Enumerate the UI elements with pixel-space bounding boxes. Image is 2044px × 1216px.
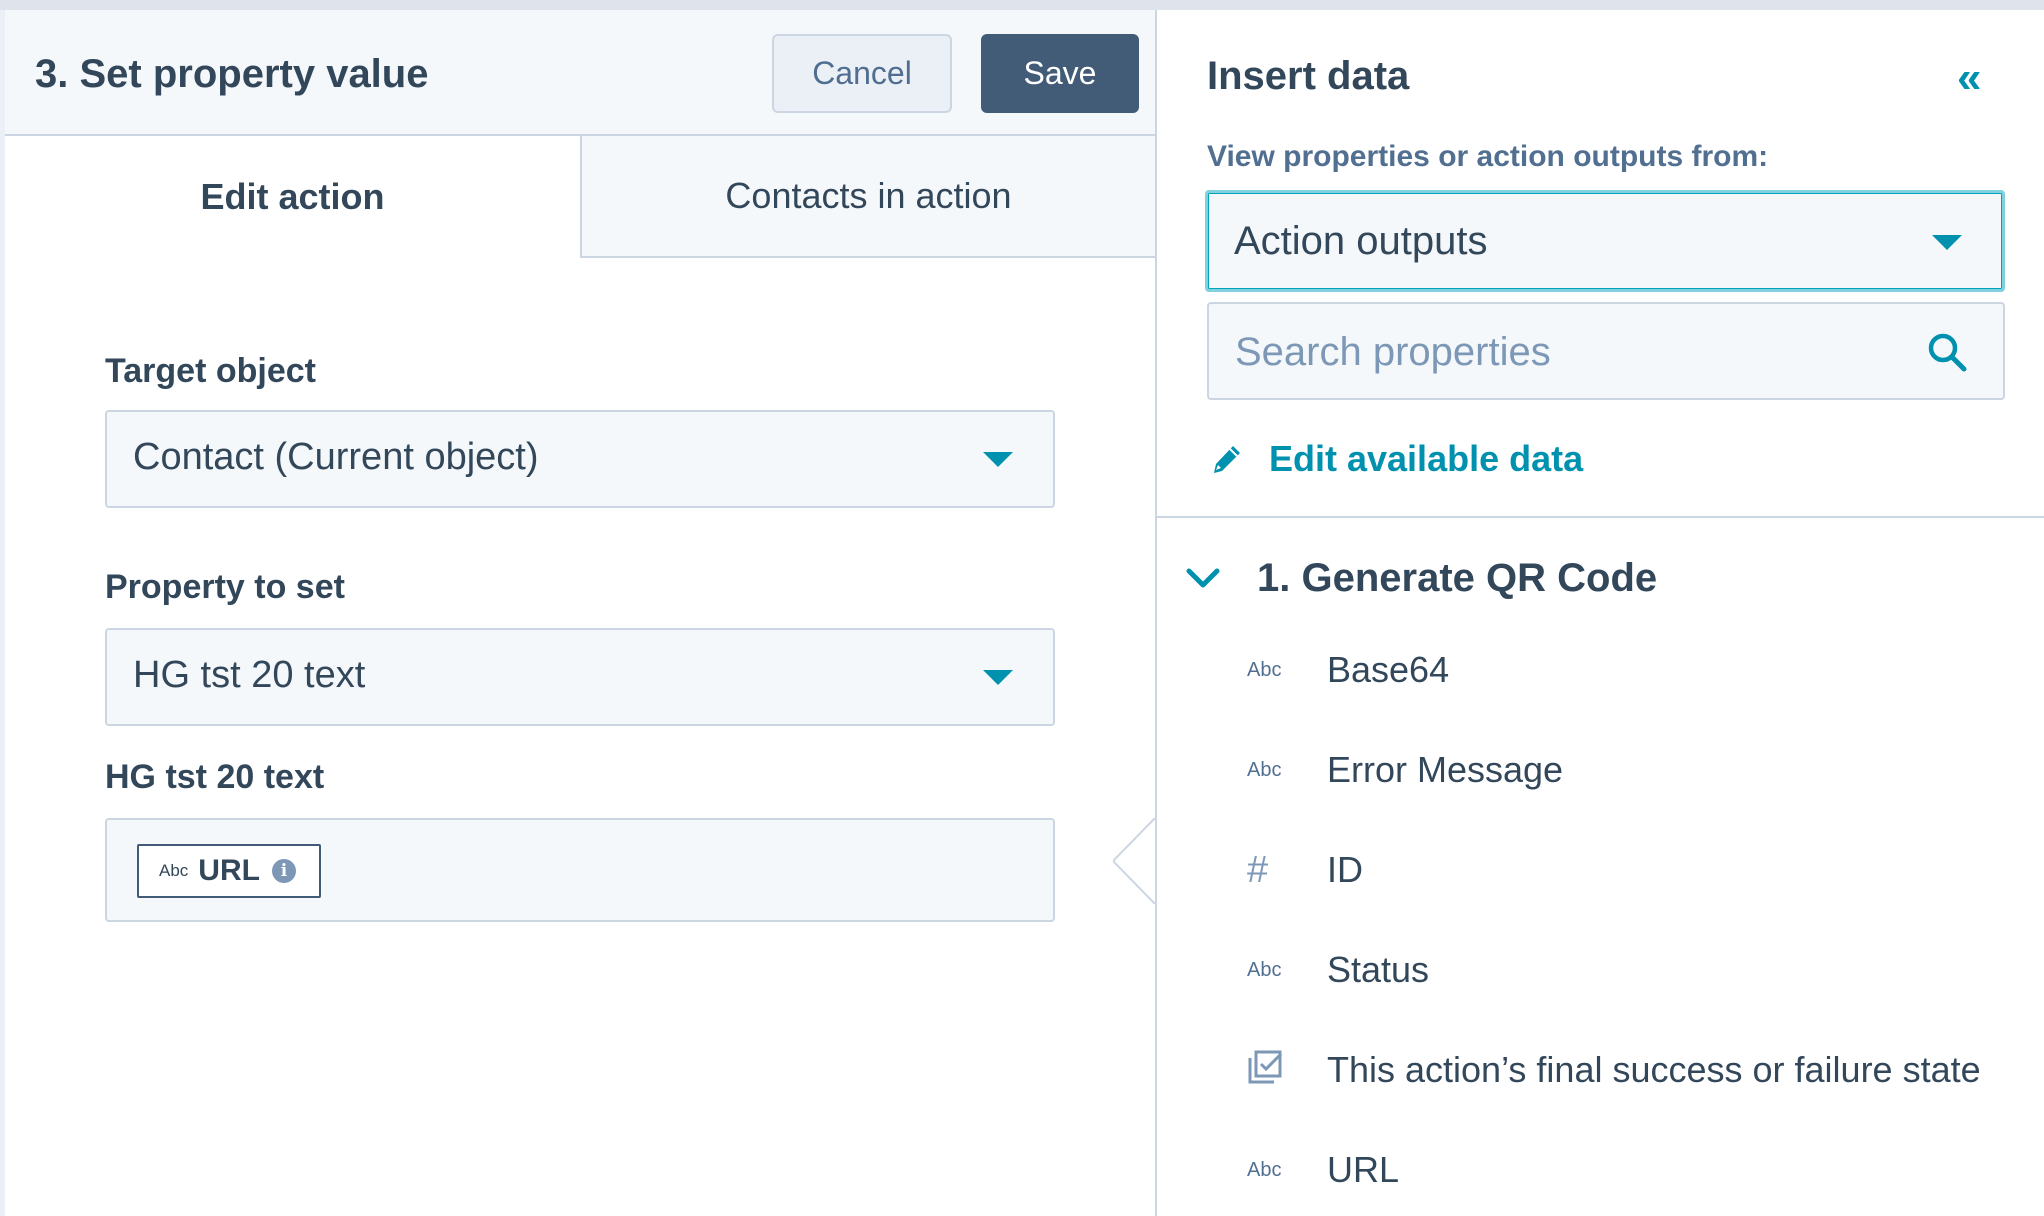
data-source-select[interactable]: Action outputs (1205, 190, 2005, 292)
data-source-value: Action outputs (1234, 219, 1488, 263)
item-label: Error Message (1327, 749, 1564, 790)
action-output-group-header[interactable]: 1. Generate QR Code (1183, 556, 1657, 601)
text-type-icon: Abc (1247, 958, 1282, 981)
caret-down-icon (983, 452, 1013, 467)
insert-data-panel: Insert data « View properties or action … (1155, 10, 2044, 1216)
panel-header: 3. Set property value Cancel Save (5, 10, 1155, 136)
chevron-down-icon (1186, 568, 1220, 587)
property-to-set-select[interactable]: HG tst 20 text (105, 628, 1055, 726)
text-type-icon: Abc (1247, 1158, 1282, 1181)
caret-down-icon (1932, 235, 1962, 250)
output-item-status[interactable]: Abc Status (1247, 940, 2027, 1000)
target-object-value: Contact (Current object) (133, 436, 539, 478)
target-object-select[interactable]: Contact (Current object) (105, 410, 1055, 508)
output-item-id[interactable]: # ID (1247, 840, 2027, 900)
caret-down-icon (983, 670, 1013, 685)
item-label: Status (1327, 949, 1430, 990)
item-label: ID (1327, 849, 1363, 890)
edit-available-data-link[interactable]: Edit available data (1211, 438, 1583, 480)
view-source-label: View properties or action outputs from: (1207, 140, 1769, 173)
output-item-error-message[interactable]: Abc Error Message (1247, 740, 2027, 800)
item-label: This action’s final success or failure s… (1327, 1049, 1981, 1090)
text-type-icon: Abc (159, 861, 189, 880)
item-label: URL (1327, 1149, 1400, 1190)
pencil-icon (1214, 446, 1240, 473)
property-to-set-label: Property to set (105, 568, 345, 606)
state-type-icon (1247, 1049, 1327, 1091)
search-placeholder: Search properties (1235, 330, 1551, 374)
property-value-input[interactable]: Abc URL i (105, 818, 1055, 922)
divider (1157, 516, 2044, 518)
target-object-label: Target object (105, 352, 316, 390)
insert-data-title: Insert data (1207, 54, 1410, 98)
page-title: 3. Set property value (35, 52, 429, 96)
double-chevron-left-icon[interactable]: « (1957, 56, 1981, 100)
token-label: URL (198, 854, 260, 887)
tab-edit-action[interactable]: Edit action (5, 136, 580, 258)
search-icon[interactable] (1927, 332, 1967, 372)
text-type-icon: Abc (1247, 658, 1282, 681)
edit-action-panel: 3. Set property value Cancel Save Edit a… (0, 10, 1155, 1216)
url-token[interactable]: Abc URL i (137, 844, 321, 898)
window-top-border (0, 0, 2044, 10)
output-item-url[interactable]: Abc URL (1247, 1140, 2027, 1200)
text-type-icon: Abc (1247, 758, 1282, 781)
number-type-icon: # (1247, 848, 1269, 891)
edit-available-data-label: Edit available data (1269, 438, 1584, 479)
item-label: Base64 (1327, 649, 1450, 690)
value-field-label: HG tst 20 text (105, 758, 325, 796)
search-properties-input[interactable]: Search properties (1207, 302, 2005, 400)
cancel-button[interactable]: Cancel (772, 34, 952, 113)
save-button[interactable]: Save (981, 34, 1139, 113)
info-icon[interactable]: i (271, 859, 296, 883)
tab-bar: Edit action Contacts in action (5, 136, 1155, 258)
output-item-base64[interactable]: Abc Base64 (1247, 640, 2027, 700)
property-to-set-value: HG tst 20 text (133, 654, 366, 696)
output-item-final-state[interactable]: This action’s final success or failure s… (1247, 1040, 2027, 1100)
group-title: 1. Generate QR Code (1257, 556, 1658, 600)
tab-contacts-in-action[interactable]: Contacts in action (580, 136, 1155, 258)
